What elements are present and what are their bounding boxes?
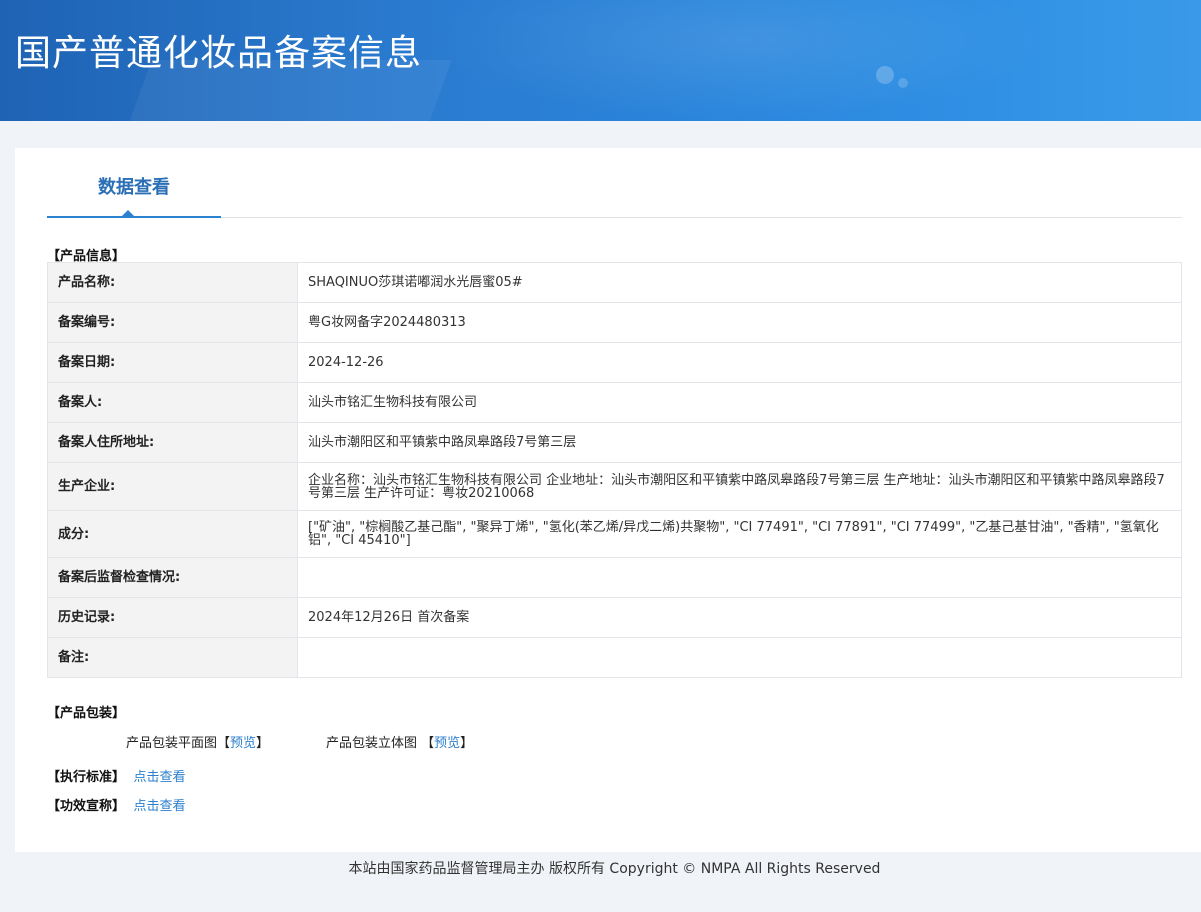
efficacy-label: 【功效宣称】	[47, 799, 126, 814]
packaging-solid-item: 产品包装立体图 【预览】	[326, 736, 474, 751]
table-row: 备案人住所地址: 汕头市潮阳区和平镇紫中路凤皋路段7号第三层	[47, 422, 1182, 463]
efficacy-row: 【功效宣称】 点击查看	[47, 795, 186, 814]
row-value: SHAQINUO莎琪诺嘟润水光唇蜜05#	[297, 262, 1182, 303]
table-row: 产品名称: SHAQINUO莎琪诺嘟润水光唇蜜05#	[47, 262, 1182, 303]
table-row: 备案编号: 粤G妆网备字2024480313	[47, 302, 1182, 343]
table-row: 备案后监督检查情况:	[47, 557, 1182, 598]
tab-bar: 数据查看	[47, 148, 1182, 218]
banner-decoration	[898, 78, 908, 88]
table-row: 备案日期: 2024-12-26	[47, 342, 1182, 383]
packaging-flat-preview-link[interactable]: 预览	[230, 736, 256, 751]
efficacy-view-link[interactable]: 点击查看	[134, 799, 186, 814]
packaging-flat-label: 产品包装平面图	[126, 736, 218, 751]
row-value: 2024年12月26日 首次备案	[297, 597, 1182, 638]
product-info-table: 产品名称: SHAQINUO莎琪诺嘟润水光唇蜜05# 备案编号: 粤G妆网备字2…	[47, 262, 1182, 678]
row-value	[297, 637, 1182, 678]
row-key: 历史记录:	[47, 597, 298, 638]
page-title: 国产普通化妆品备案信息	[15, 33, 423, 74]
row-value	[297, 557, 1182, 598]
table-row: 备注:	[47, 637, 1182, 678]
row-key: 备案日期:	[47, 342, 298, 383]
packaging-section-label: 【产品包装】	[47, 706, 126, 721]
row-key: 产品名称:	[47, 262, 298, 303]
row-key: 生产企业:	[47, 462, 298, 511]
packaging-solid-preview-link[interactable]: 预览	[434, 736, 460, 751]
row-key: 备案后监督检查情况:	[47, 557, 298, 598]
tab-data-view[interactable]: 数据查看	[47, 148, 221, 218]
row-value: 2024-12-26	[297, 342, 1182, 383]
footer-copyright: 本站由国家药品监督管理局主办 版权所有 Copyright © NMPA All…	[348, 861, 881, 877]
row-key: 备案编号:	[47, 302, 298, 343]
row-key: 成分:	[47, 510, 298, 558]
table-row: 历史记录: 2024年12月26日 首次备案	[47, 597, 1182, 638]
table-row: 成分: ["矿油", "棕榈酸乙基己酯", "聚异丁烯", "氢化(苯乙烯/异戊…	[47, 510, 1182, 558]
packaging-solid-label: 产品包装立体图	[326, 736, 418, 751]
banner-decoration	[876, 66, 894, 84]
content-panel: 数据查看 【产品信息】 产品名称: SHAQINUO莎琪诺嘟润水光唇蜜05# 备…	[15, 148, 1201, 852]
row-key: 备注:	[47, 637, 298, 678]
standard-row: 【执行标准】 点击查看	[47, 766, 186, 785]
row-value: ["矿油", "棕榈酸乙基己酯", "聚异丁烯", "氢化(苯乙烯/异戊二烯)共…	[297, 510, 1182, 558]
row-key: 备案人住所地址:	[47, 422, 298, 463]
row-value: 粤G妆网备字2024480313	[297, 302, 1182, 343]
packaging-flat-item: 产品包装平面图【预览】	[126, 736, 270, 751]
standard-label: 【执行标准】	[47, 770, 126, 785]
tab-label: 数据查看	[98, 177, 170, 198]
banner-decoration	[430, 0, 1050, 120]
tab-active-caret-icon	[121, 210, 135, 217]
row-value: 企业名称：汕头市铭汇生物科技有限公司 企业地址：汕头市潮阳区和平镇紫中路凤皋路段…	[297, 462, 1182, 511]
row-key: 备案人:	[47, 382, 298, 423]
standard-view-link[interactable]: 点击查看	[134, 770, 186, 785]
row-value: 汕头市铭汇生物科技有限公司	[297, 382, 1182, 423]
table-row: 生产企业: 企业名称：汕头市铭汇生物科技有限公司 企业地址：汕头市潮阳区和平镇紫…	[47, 462, 1182, 511]
row-value: 汕头市潮阳区和平镇紫中路凤皋路段7号第三层	[297, 422, 1182, 463]
table-row: 备案人: 汕头市铭汇生物科技有限公司	[47, 382, 1182, 423]
header-banner: 国产普通化妆品备案信息	[0, 0, 1201, 121]
